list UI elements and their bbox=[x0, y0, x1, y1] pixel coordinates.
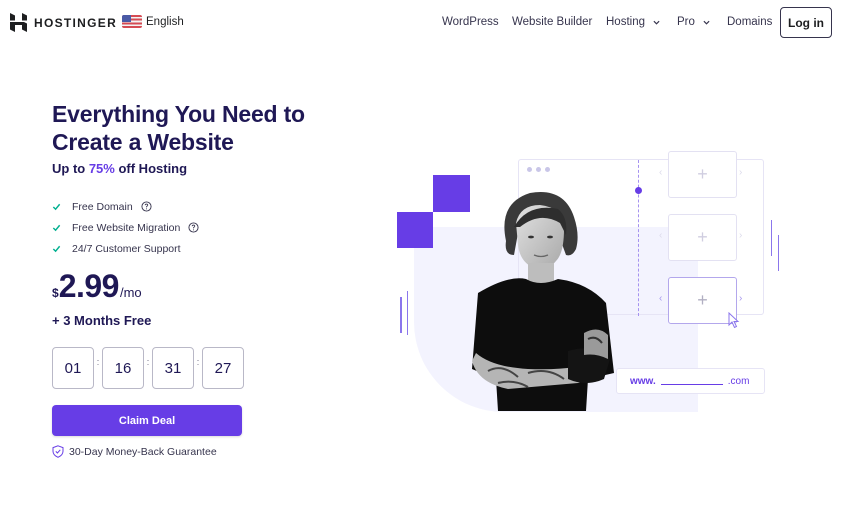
feature-item: Free Website Migration bbox=[52, 217, 199, 238]
check-icon bbox=[52, 203, 61, 211]
decorative-square bbox=[433, 175, 470, 212]
feature-label: Free Domain bbox=[72, 200, 133, 213]
guarantee-text: 30-Day Money-Back Guarantee bbox=[69, 445, 217, 458]
hostinger-logo[interactable]: HOSTINGER bbox=[10, 13, 117, 32]
feature-item: 24/7 Customer Support bbox=[52, 238, 199, 259]
dashed-guide-line bbox=[638, 160, 639, 316]
countdown-separator: : bbox=[96, 357, 100, 367]
chevron-left-icon: ‹ bbox=[659, 230, 663, 241]
check-icon bbox=[52, 245, 61, 253]
nav-label: Pro bbox=[677, 16, 695, 28]
window-dots bbox=[527, 167, 550, 172]
hero-title: Everything You Need to Create a Website bbox=[52, 100, 305, 156]
help-icon[interactable] bbox=[141, 201, 152, 212]
language-label: English bbox=[146, 15, 184, 28]
domain-input-mockup: www. .com bbox=[616, 368, 765, 394]
login-button[interactable]: Log in bbox=[780, 7, 832, 38]
nav-item-hosting[interactable]: Hosting bbox=[606, 16, 660, 28]
price: $ 2.99 /mo bbox=[52, 268, 142, 305]
chevron-down-icon bbox=[703, 20, 710, 25]
subtitle-prefix: Up to bbox=[52, 161, 89, 176]
layout-block-card-active: + bbox=[668, 277, 737, 324]
nav-label: Website Builder bbox=[512, 16, 593, 28]
decorative-line bbox=[400, 297, 402, 333]
chevron-down-icon bbox=[653, 20, 660, 25]
feature-item: Free Domain bbox=[52, 196, 199, 217]
countdown-minutes: 31 bbox=[152, 347, 194, 389]
hero-title-line-1: Everything You Need to bbox=[52, 101, 305, 127]
money-back-guarantee: 30-Day Money-Back Guarantee bbox=[52, 445, 217, 458]
claim-deal-button[interactable]: Claim Deal bbox=[52, 405, 242, 436]
nav-item-website-builder[interactable]: Website Builder bbox=[512, 16, 592, 28]
bonus-offer: + 3 Months Free bbox=[52, 313, 152, 328]
url-suffix: .com bbox=[727, 375, 750, 387]
layout-block-card: + bbox=[668, 214, 737, 261]
chevron-right-icon: › bbox=[739, 230, 743, 241]
chevron-left-icon: ‹ bbox=[659, 167, 663, 178]
mouse-cursor-icon bbox=[728, 312, 740, 329]
countdown-hours: 16 bbox=[102, 347, 144, 389]
countdown-separator: : bbox=[146, 357, 150, 367]
url-prefix: www. bbox=[630, 375, 656, 387]
nav-item-pro[interactable]: Pro bbox=[677, 16, 710, 28]
decorative-line bbox=[407, 291, 408, 335]
price-period: /mo bbox=[119, 285, 142, 300]
price-amount: 2.99 bbox=[58, 268, 120, 304]
top-navigation: HOSTINGER English WordPress Website Buil… bbox=[0, 0, 848, 46]
decorative-line bbox=[778, 235, 779, 271]
nav-label: Hosting bbox=[606, 16, 645, 28]
guide-dot bbox=[635, 187, 642, 194]
decorative-square bbox=[397, 212, 433, 248]
chevron-right-icon: › bbox=[739, 167, 743, 178]
hero-subtitle: Up to 75% off Hosting bbox=[52, 161, 187, 176]
nav-item-domains[interactable]: Domains bbox=[727, 16, 772, 28]
person-photo bbox=[472, 192, 614, 411]
help-icon[interactable] bbox=[188, 222, 199, 233]
us-flag-icon bbox=[122, 15, 142, 28]
feature-label: Free Website Migration bbox=[72, 221, 181, 234]
url-blank-line bbox=[660, 384, 723, 385]
language-selector[interactable]: English bbox=[122, 15, 184, 28]
hostinger-logo-icon bbox=[10, 13, 27, 32]
decorative-line bbox=[771, 220, 772, 256]
chevron-right-icon: › bbox=[739, 293, 743, 304]
feature-label: 24/7 Customer Support bbox=[72, 242, 181, 255]
hero-illustration: + ‹ › + ‹ › + ‹ › www. .com bbox=[390, 145, 800, 425]
discount-percent: 75% bbox=[88, 161, 115, 176]
price-currency: $ bbox=[52, 286, 59, 300]
feature-list: Free Domain Free Website Migration 24/7 … bbox=[52, 196, 199, 259]
nav-label: Domains bbox=[727, 16, 773, 28]
countdown-separator: : bbox=[196, 357, 200, 367]
layout-block-card: + bbox=[668, 151, 737, 198]
countdown-timer: 01 : 16 : 31 : 27 bbox=[52, 347, 244, 389]
subtitle-suffix: off Hosting bbox=[114, 161, 188, 176]
check-icon bbox=[52, 224, 61, 232]
brand-name: HOSTINGER bbox=[34, 15, 118, 30]
countdown-days: 01 bbox=[52, 347, 94, 389]
nav-label: WordPress bbox=[442, 16, 499, 28]
hero-title-line-2: Create a Website bbox=[52, 129, 234, 155]
shield-check-icon bbox=[52, 445, 64, 458]
countdown-seconds: 27 bbox=[202, 347, 244, 389]
chevron-left-icon: ‹ bbox=[659, 293, 663, 304]
nav-item-wordpress[interactable]: WordPress bbox=[442, 16, 499, 28]
